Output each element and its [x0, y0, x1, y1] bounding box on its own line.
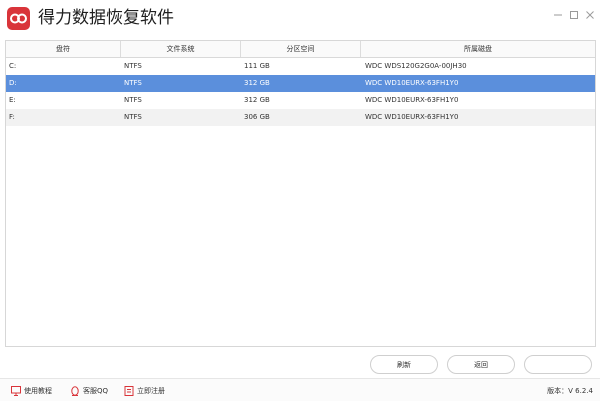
cell-filesystem: NTFS	[124, 62, 142, 70]
partition-table: 盘符 文件系统 分区空间 所属磁盘 C: NTFS 111 GB WDC WDS…	[5, 40, 596, 347]
table-row[interactable]: E: NTFS 312 GB WDC WD10EURX-63FH1Y0	[6, 92, 595, 109]
cell-size: 111 GB	[244, 62, 270, 70]
cell-disk: WDC WD10EURX-63FH1Y0	[365, 113, 459, 121]
column-header-disk[interactable]: 所属磁盘	[361, 41, 595, 57]
cell-filesystem: NTFS	[124, 79, 142, 87]
document-icon	[124, 386, 134, 396]
column-header-drive[interactable]: 盘符	[6, 41, 121, 57]
cell-drive: C:	[9, 62, 17, 70]
minimize-icon[interactable]	[552, 9, 564, 21]
column-header-size[interactable]: 分区空间	[241, 41, 361, 57]
register-link[interactable]: 立即注册	[124, 385, 194, 397]
tutorial-label: 使用教程	[24, 387, 52, 395]
version-label: 版本：V 6.2.4	[547, 387, 593, 395]
table-row-selected[interactable]: D: NTFS 312 GB WDC WD10EURX-63FH1Y0	[6, 75, 595, 92]
next-button[interactable]	[524, 355, 592, 374]
cell-size: 312 GB	[244, 96, 270, 104]
cell-size: 306 GB	[244, 113, 270, 121]
cell-drive: D:	[9, 79, 17, 87]
maximize-icon[interactable]	[568, 9, 580, 21]
cell-filesystem: NTFS	[124, 96, 142, 104]
cell-disk: WDC WDS120G2G0A-00JH30	[365, 62, 467, 70]
qq-penguin-icon	[70, 386, 80, 396]
app-title: 得力数据恢复软件	[38, 8, 174, 28]
table-header: 盘符 文件系统 分区空间 所属磁盘	[6, 41, 595, 58]
table-row[interactable]: C: NTFS 111 GB WDC WDS120G2G0A-00JH30	[6, 58, 595, 75]
register-label: 立即注册	[137, 387, 165, 395]
support-qq-label: 客服QQ	[83, 387, 109, 395]
cell-drive: E:	[9, 96, 16, 104]
app-logo-icon	[7, 7, 30, 30]
back-button[interactable]: 返回	[447, 355, 515, 374]
close-icon[interactable]	[584, 9, 596, 21]
cell-disk: WDC WD10EURX-63FH1Y0	[365, 96, 459, 104]
title-bar: 得力数据恢复软件	[0, 0, 600, 38]
cell-disk: WDC WD10EURX-63FH1Y0	[365, 79, 459, 87]
footer-bar: 使用教程 客服QQ 立即注册 版本：V 6.2.4	[0, 378, 600, 401]
cell-drive: F:	[9, 113, 15, 121]
table-row[interactable]: F: NTFS 306 GB WDC WD10EURX-63FH1Y0	[6, 109, 595, 126]
cell-size: 312 GB	[244, 79, 270, 87]
cell-filesystem: NTFS	[124, 113, 142, 121]
monitor-icon	[11, 386, 21, 396]
refresh-button[interactable]: 刷新	[370, 355, 438, 374]
column-header-filesystem[interactable]: 文件系统	[121, 41, 241, 57]
